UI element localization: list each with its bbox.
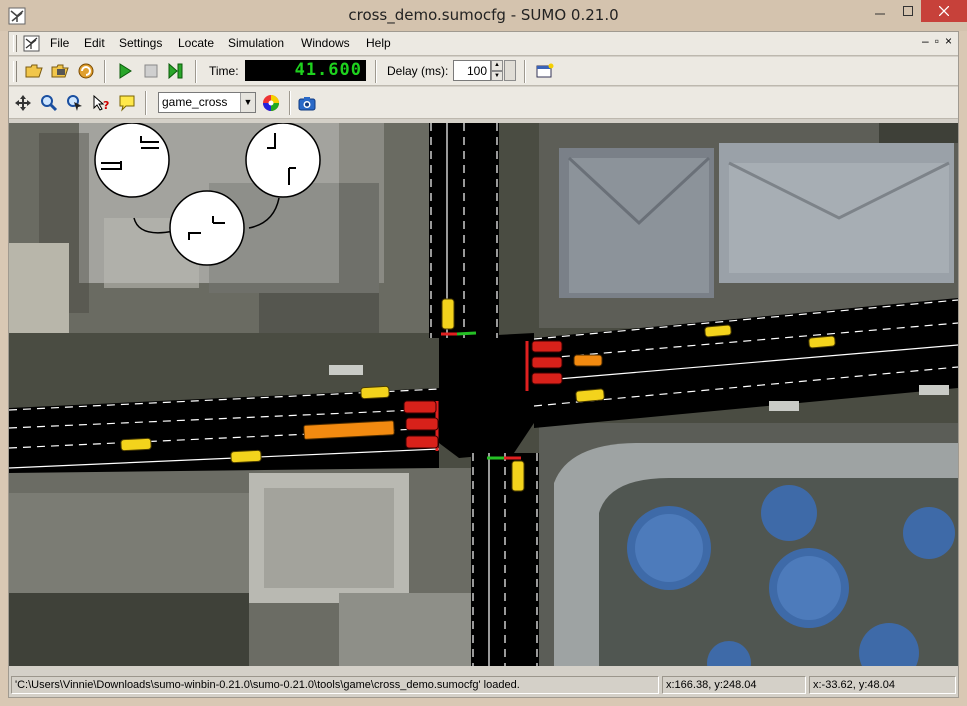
- status-coordinates-network: x:166.38, y:248.04: [662, 676, 806, 694]
- toolbar-separator: [375, 60, 377, 83]
- toolbar-separator: [195, 60, 197, 83]
- open-icon: [25, 64, 43, 78]
- main-client-area: File Edit Settings Locate Simulation Win…: [8, 31, 959, 698]
- open-network-button[interactable]: [50, 61, 70, 81]
- menu-settings[interactable]: Settings: [119, 36, 162, 50]
- toolbar-separator: [145, 91, 147, 115]
- recenter-button[interactable]: [13, 93, 33, 113]
- menu-simulation[interactable]: Simulation: [228, 36, 284, 50]
- delay-input[interactable]: [453, 60, 491, 81]
- menu-bar: File Edit Settings Locate Simulation Win…: [9, 32, 958, 56]
- color-wheel-icon: [263, 95, 279, 111]
- locate-button[interactable]: [65, 93, 85, 113]
- reload-icon: [78, 63, 94, 79]
- window-title: cross_demo.sumocfg - SUMO 0.21.0: [348, 6, 619, 24]
- view-scheme-value: game_cross: [162, 95, 228, 109]
- mdi-close-button[interactable]: ×: [945, 34, 952, 48]
- tooltip-icon: [119, 95, 135, 112]
- step-button[interactable]: [166, 61, 186, 81]
- delay-slider[interactable]: [504, 60, 516, 81]
- maximize-icon: [903, 6, 913, 16]
- toolbar-grip[interactable]: [13, 61, 17, 82]
- locate-icon: [67, 95, 82, 111]
- menubar-grip[interactable]: [13, 35, 17, 52]
- simulation-toolbar: Time: 41.600 Delay (ms): ▲ ▼: [9, 57, 958, 86]
- spin-down-icon[interactable]: ▼: [491, 70, 503, 81]
- new-view-button[interactable]: [535, 61, 555, 81]
- view-toolbar: ? game_cross ▼: [9, 87, 958, 119]
- screenshot-icon: [298, 97, 316, 111]
- help-cursor-button[interactable]: ?: [91, 93, 111, 113]
- open-network-icon: [51, 64, 69, 78]
- reload-button[interactable]: [76, 61, 96, 81]
- help-icon: ?: [93, 94, 109, 112]
- tooltip-button[interactable]: [117, 93, 137, 113]
- menu-locate[interactable]: Locate: [178, 36, 214, 50]
- zoom-button[interactable]: [39, 93, 59, 113]
- chevron-down-icon[interactable]: ▼: [240, 93, 255, 112]
- toolbar-separator: [289, 91, 291, 115]
- simulation-canvas[interactable]: [9, 123, 958, 666]
- delay-label: Delay (ms):: [387, 64, 449, 78]
- status-bar: 'C:\Users\Vinnie\Downloads\sumo-winbin-0…: [9, 673, 958, 697]
- play-icon: [119, 63, 132, 79]
- phase-diagram: [79, 123, 339, 283]
- new-view-icon: [536, 63, 554, 78]
- mdi-document-icon[interactable]: [23, 35, 40, 52]
- time-label: Time:: [209, 64, 239, 78]
- spin-up-icon[interactable]: ▲: [491, 60, 503, 71]
- menu-windows[interactable]: Windows: [301, 36, 350, 50]
- mdi-minimize-button[interactable]: –: [922, 34, 929, 48]
- close-button[interactable]: [921, 0, 967, 22]
- status-coordinates-geo: x:-33.62, y:48.04: [809, 676, 956, 694]
- maximize-button[interactable]: [894, 0, 922, 22]
- zoom-icon: [41, 95, 58, 112]
- view-scheme-select[interactable]: game_cross ▼: [158, 92, 256, 113]
- title-bar[interactable]: cross_demo.sumocfg - SUMO 0.21.0: [0, 0, 967, 31]
- delay-spinner[interactable]: ▲ ▼: [491, 60, 503, 81]
- menu-help[interactable]: Help: [366, 36, 391, 50]
- toolbar-separator: [524, 60, 526, 83]
- simulation-map[interactable]: [9, 123, 958, 666]
- mdi-restore-button[interactable]: ▫: [935, 34, 939, 48]
- time-display: 41.600: [245, 60, 366, 81]
- menu-file[interactable]: File: [50, 36, 69, 50]
- screenshot-button[interactable]: [297, 93, 317, 113]
- mdi-controls: – ▫ ×: [922, 34, 952, 48]
- menu-edit[interactable]: Edit: [84, 36, 105, 50]
- close-icon: [939, 6, 949, 16]
- open-button[interactable]: [24, 61, 44, 81]
- app-window: cross_demo.sumocfg - SUMO 0.21.0 File Ed…: [0, 0, 967, 706]
- play-button[interactable]: [115, 61, 135, 81]
- stop-button[interactable]: [141, 61, 161, 81]
- recenter-icon: [15, 95, 31, 111]
- minimize-icon: [875, 13, 885, 15]
- step-icon: [168, 63, 183, 79]
- color-settings-button[interactable]: [261, 93, 281, 113]
- toolbar-separator: [104, 60, 106, 83]
- minimize-button[interactable]: [866, 0, 894, 22]
- stop-icon: [144, 64, 158, 78]
- svg-text:?: ?: [103, 99, 109, 112]
- status-message: 'C:\Users\Vinnie\Downloads\sumo-winbin-0…: [11, 676, 659, 694]
